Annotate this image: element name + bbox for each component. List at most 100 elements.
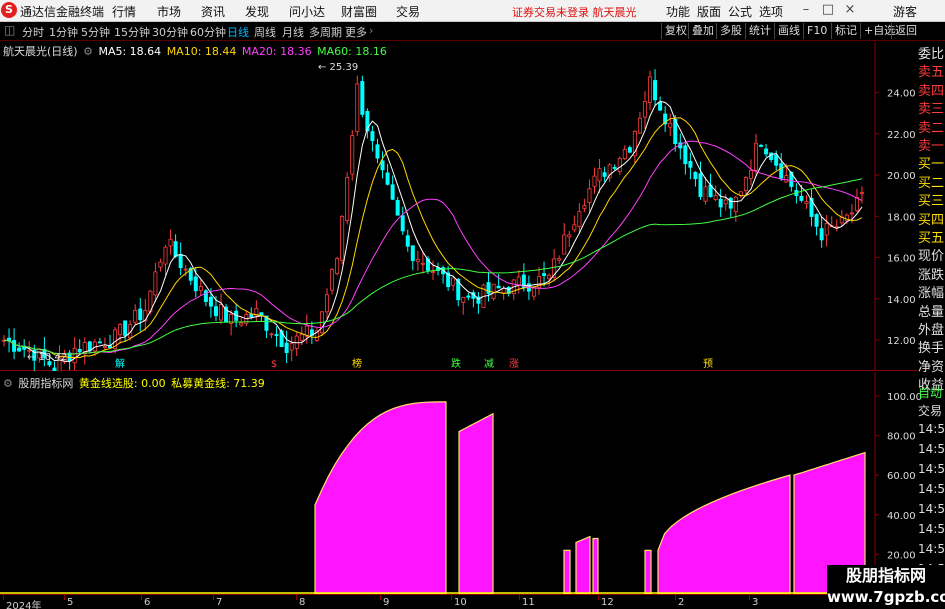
x-tick-label: 2024年 [6, 601, 42, 609]
f10-button[interactable]: F10 [803, 23, 827, 39]
price-chart[interactable]: 24.00 22.00 20.00 18.00 16.00 14.00 12.00 ← 25.… [0, 41, 945, 383]
quote-field-label: 买二 [918, 175, 945, 191]
sidebar-toggle-icon[interactable]: ◫ [4, 23, 15, 37]
period-tab[interactable]: 更多 [345, 24, 367, 40]
indicator-pane[interactable]: 100.00 80.00 60.00 40.00 20.00 ⚙ 股朋指标网 黄金线选股… [0, 372, 945, 595]
candle-down [496, 285, 501, 289]
y-tick-label: 20.00 [887, 550, 916, 561]
x-tick-label: 3 [752, 597, 759, 608]
candle-up [582, 205, 587, 209]
watermark-title: 股朋指标网 [845, 566, 926, 585]
candle-up [340, 216, 345, 261]
event-mark[interactable]: 榜 [352, 357, 362, 370]
candle-down [274, 334, 279, 336]
period-tab[interactable]: 30分钟 [152, 24, 188, 40]
candle-down [12, 340, 17, 352]
menu-discover[interactable]: 发现 [245, 3, 269, 20]
indicator-chart[interactable]: 100.00 80.00 60.00 40.00 20.00 [0, 372, 945, 595]
y-tick-label: 40.00 [887, 511, 916, 522]
login-notice[interactable]: 证券交易未登录 航天晨光 [512, 4, 637, 20]
user-guest[interactable]: 游客 [893, 3, 917, 20]
candle-down [123, 320, 128, 336]
trade-time-label: 14:56 [918, 522, 945, 536]
settings-icon[interactable]: ⚙ [83, 45, 93, 58]
candle-up [572, 224, 577, 231]
menu-function[interactable]: 功能 [666, 3, 690, 20]
event-mark[interactable]: 减 [484, 358, 494, 370]
x-tick [3, 595, 4, 600]
menu-fortune[interactable]: 财富圈 [341, 3, 377, 20]
price-chart-pane[interactable]: 24.00 22.00 20.00 18.00 16.00 14.00 12.00 ← 25.… [0, 41, 945, 383]
private-gold-line-label: 私募黄金线: 71.39 [171, 377, 265, 390]
event-mark[interactable]: $ [271, 359, 277, 370]
auto-trade-label[interactable]: 交易 [918, 402, 942, 419]
menu-quotes[interactable]: 行情 [112, 3, 136, 20]
event-mark[interactable]: 解 [115, 357, 125, 370]
maximize-icon[interactable]: □ [817, 1, 839, 19]
menu-news[interactable]: 资讯 [201, 3, 225, 20]
overlay-button[interactable]: 叠加 [688, 23, 714, 39]
candle-up [269, 333, 274, 336]
auto-trade-label[interactable]: 自动 [918, 384, 942, 401]
period-tab-active[interactable]: 日线 [227, 24, 249, 40]
event-mark[interactable]: 跌 [451, 357, 461, 370]
date-axis: 2024年 5 6 7 8 9 10 11 12 2 3 [0, 594, 945, 609]
app-title: 通达信金融终端 [20, 5, 105, 19]
close-icon[interactable]: × [839, 1, 861, 19]
menu-market[interactable]: 市场 [157, 3, 181, 20]
settings-icon[interactable]: ⚙ [3, 377, 13, 390]
candle-up [648, 76, 653, 103]
candle-up [733, 196, 738, 213]
x-tick [141, 595, 142, 600]
menu-formula[interactable]: 公式 [728, 3, 752, 20]
quote-field-label: 买四 [918, 212, 945, 228]
menu-options[interactable]: 选项 [759, 3, 783, 20]
add-watchlist-button[interactable]: +自选 [860, 23, 895, 39]
candle-up [501, 288, 506, 294]
candle-up [420, 262, 425, 265]
trade-time-label: 14:56 [918, 422, 945, 436]
quote-field-label: 总量 [918, 304, 945, 320]
trade-time-label: 14:56 [918, 462, 945, 476]
y-tick-label: 60.00 [887, 471, 916, 482]
multi-stock-button[interactable]: 多股 [716, 23, 742, 39]
candle-down [138, 308, 143, 321]
event-mark[interactable]: 涨 [509, 358, 519, 370]
candle-down [395, 199, 400, 216]
price-legend: 航天晨光(日线) ⚙ MA5: 18.64 MA10: 18.44 MA20: … [3, 43, 389, 59]
draw-line-button[interactable]: 画线 [774, 23, 800, 39]
candle-down [799, 195, 804, 201]
app-logo-icon: S [1, 2, 17, 18]
menu-layout[interactable]: 版面 [697, 3, 721, 20]
candle-up [668, 122, 673, 128]
adjust-button[interactable]: 复权 [661, 23, 687, 39]
watermark: 股朋指标网 www.7gpzb.com [827, 565, 945, 609]
candle-down [698, 173, 703, 197]
candle-up [102, 346, 107, 348]
candle-up [754, 142, 759, 171]
mark-button[interactable]: 标记 [831, 23, 857, 39]
period-tab[interactable]: 1分钟 [49, 24, 78, 40]
more-chevron-icon[interactable]: › [369, 24, 373, 37]
x-tick-label: 7 [216, 597, 223, 608]
period-tab[interactable]: 60分钟 [190, 24, 226, 40]
period-tab[interactable]: 月线 [282, 24, 304, 40]
minimize-icon[interactable]: – [795, 1, 817, 19]
private-gold-line-area [592, 537, 599, 595]
candle-up [557, 258, 562, 261]
period-tab[interactable]: 多周期 [309, 24, 342, 40]
trade-time-label: 14:56 [918, 502, 945, 516]
candle-up [784, 175, 789, 183]
period-tab[interactable]: 15分钟 [114, 24, 150, 40]
indicator-title: 股朋指标网 [18, 377, 74, 390]
menu-trade[interactable]: 交易 [396, 3, 420, 20]
ma60-label: MA60: 18.16 [317, 45, 387, 58]
quote-field-label: 涨跌 [918, 267, 945, 283]
period-tab[interactable]: 分时 [22, 24, 44, 40]
event-mark[interactable]: 预 [703, 358, 713, 370]
back-button[interactable]: 返回 [891, 23, 917, 39]
menu-ask[interactable]: 问小达 [289, 3, 325, 20]
period-tab[interactable]: 周线 [254, 24, 276, 40]
period-tab[interactable]: 5分钟 [81, 24, 110, 40]
stats-button[interactable]: 统计 [745, 23, 771, 39]
